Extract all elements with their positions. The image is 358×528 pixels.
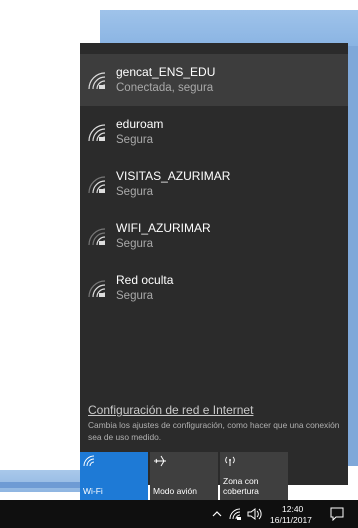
network-item-red-oculta[interactable]: Red oculta Segura <box>80 262 348 314</box>
background-window-left <box>0 470 80 492</box>
background-window-stripe <box>0 482 80 488</box>
network-status: Segura <box>116 186 154 198</box>
network-name: VISITAS_AZURIMAR <box>116 169 231 183</box>
airplane-icon <box>154 455 166 467</box>
network-status: Segura <box>116 290 154 302</box>
notification-icon[interactable] <box>330 507 344 521</box>
network-name: gencat_ENS_EDU <box>116 65 216 79</box>
network-settings-link[interactable]: Configuración de red e Internet <box>88 403 253 417</box>
mobile-hotspot-icon <box>225 456 235 466</box>
quick-action-label: Zona con cobertura <box>223 476 259 496</box>
network-item-visitas-azurimar[interactable]: VISITAS_AZURIMAR Segura <box>80 158 348 210</box>
network-flyout: gencat_ENS_EDU Conectada, segura eduroam… <box>80 43 348 500</box>
network-status: Segura <box>116 134 154 146</box>
clock-date[interactable]: 16/11/2017 <box>270 515 312 525</box>
chevron-up-icon[interactable] <box>212 510 222 517</box>
wifi-icon <box>83 455 95 467</box>
clock-time[interactable]: 12:40 <box>282 504 303 514</box>
wifi-secure-icon <box>88 228 106 246</box>
network-name: eduroam <box>116 117 164 131</box>
mobile-hotspot-button[interactable]: Zona con cobertura <box>220 452 288 500</box>
network-name: Red oculta <box>116 273 174 287</box>
wifi-secure-icon <box>88 124 106 142</box>
quick-action-label: Modo avión <box>153 486 197 496</box>
wifi-secure-icon <box>88 72 106 90</box>
network-item-eduroam[interactable]: eduroam Segura <box>80 106 348 158</box>
airplane-mode-button[interactable]: Modo avión <box>150 452 218 500</box>
network-name: WIFI_AZURIMAR <box>116 221 211 235</box>
network-settings-description: Cambia los ajustes de configuración, com… <box>88 420 340 442</box>
wifi-secure-icon <box>88 280 106 298</box>
network-status: Conectada, segura <box>116 82 214 94</box>
wifi-toggle-button[interactable]: Wi-Fi <box>80 452 148 500</box>
wifi-secure-icon <box>88 176 106 194</box>
speaker-icon[interactable] <box>247 508 263 520</box>
taskbar: 12:40 16/11/2017 <box>0 500 358 528</box>
wifi-icon[interactable] <box>229 508 242 520</box>
network-item-gencat[interactable]: gencat_ENS_EDU Conectada, segura <box>80 54 348 106</box>
quick-action-label: Wi-Fi <box>83 486 103 496</box>
network-status: Segura <box>116 238 154 250</box>
background-window <box>100 10 358 46</box>
background-window-edge <box>348 46 358 466</box>
network-item-wifi-azurimar[interactable]: WIFI_AZURIMAR Segura <box>80 210 348 262</box>
